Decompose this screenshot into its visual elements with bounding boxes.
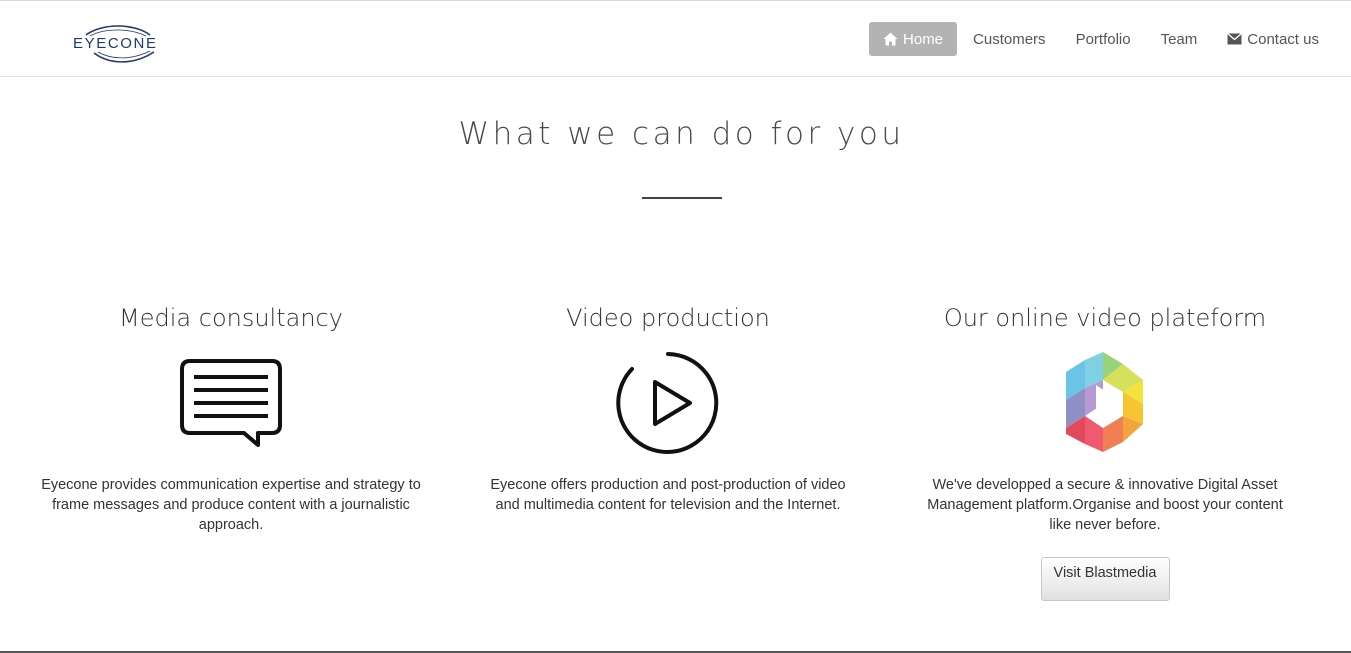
nav-contact-label: Contact us xyxy=(1247,30,1319,48)
visit-blastmedia-button[interactable]: Visit Blastmedia xyxy=(1040,557,1170,601)
blastmedia-logo-icon xyxy=(1050,350,1160,455)
page-title: What we can do for you xyxy=(458,116,905,152)
nav-home[interactable]: Home xyxy=(869,22,958,56)
service-description: We've developped a secure & innovative D… xyxy=(927,477,1283,533)
service-title: Our online video plateform xyxy=(943,304,1267,332)
nav-portfolio-label: Portfolio xyxy=(1075,30,1131,48)
navbar: EYECONE Home Customers Portfolio Team Co… xyxy=(0,1,1351,77)
play-circle-icon xyxy=(613,350,723,455)
home-icon xyxy=(883,32,898,46)
eyecone-logo[interactable]: EYECONE xyxy=(72,25,160,63)
service-online-video-platform: Our online video plateform We've develop… xyxy=(915,300,1295,601)
nav-team[interactable]: Team xyxy=(1146,22,1213,56)
nav-team-label: Team xyxy=(1160,30,1198,48)
logo-text: EYECONE xyxy=(73,35,158,52)
envelope-icon xyxy=(1227,33,1243,45)
service-video-production: Video production Eyecone offers producti… xyxy=(478,300,858,515)
nav-home-label: Home xyxy=(903,30,944,48)
service-media-consultancy: Media consultancy Eyecone provides commu… xyxy=(41,300,421,535)
service-title: Media consultancy xyxy=(119,304,343,332)
nav-contact[interactable]: Contact us xyxy=(1212,22,1334,56)
main-nav: Home Customers Portfolio Team Contact us xyxy=(869,22,1334,56)
service-title: Video production xyxy=(566,304,770,332)
nav-customers[interactable]: Customers xyxy=(958,22,1061,56)
nav-customers-label: Customers xyxy=(973,30,1046,48)
nav-portfolio[interactable]: Portfolio xyxy=(1061,22,1146,56)
title-divider xyxy=(642,197,722,199)
service-description: Eyecone provides communication expertise… xyxy=(41,477,421,533)
speech-bubble-icon xyxy=(176,350,286,455)
service-description: Eyecone offers production and post-produ… xyxy=(490,477,846,513)
